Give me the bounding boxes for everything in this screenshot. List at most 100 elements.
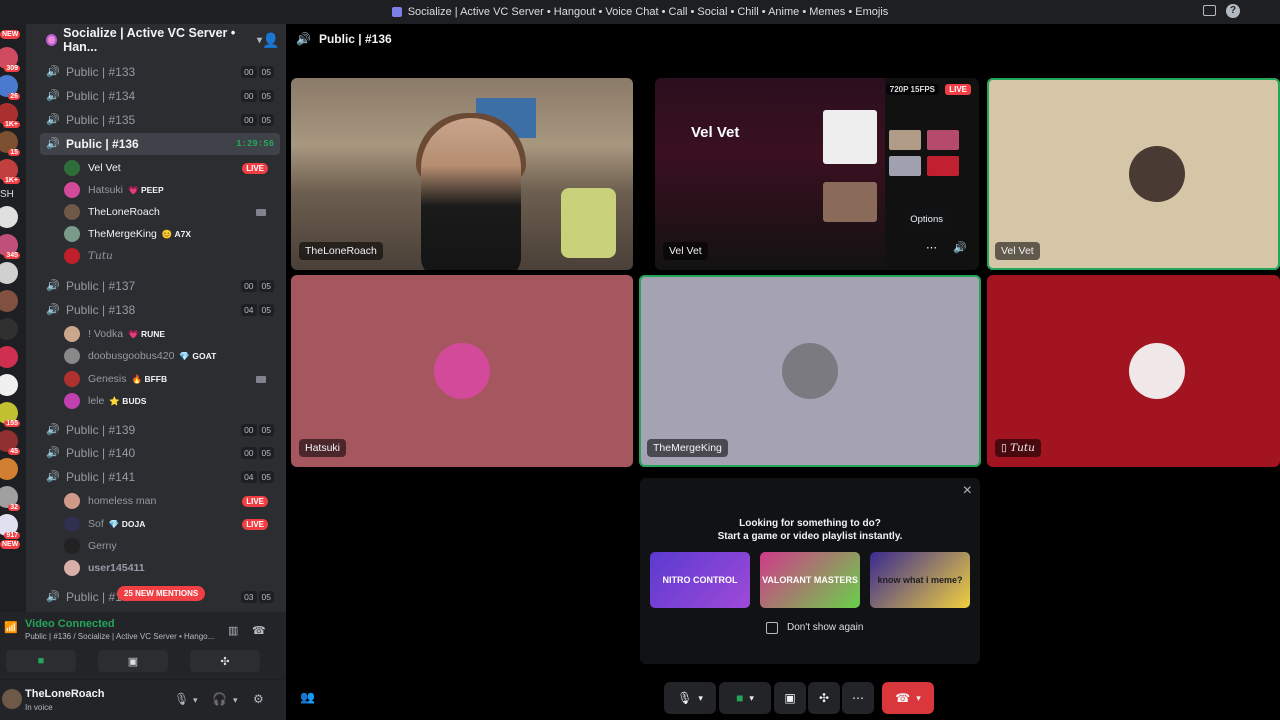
member-theloneroach[interactable]: TheLoneRoach <box>64 201 280 223</box>
chevron-down-icon[interactable]: ▾ <box>193 695 198 706</box>
activities-button[interactable]: ✣ <box>190 650 260 672</box>
server-icon-17[interactable]: 917 <box>0 514 20 539</box>
server-icon-3[interactable]: 1K+ <box>0 103 20 128</box>
voice-channel-138[interactable]: 🔊 Public | #138 04 05 <box>40 299 280 321</box>
server-icon-5[interactable]: 1K+ <box>0 159 20 184</box>
dont-show-again-checkbox[interactable] <box>766 622 778 634</box>
server-icon-16[interactable]: 32 <box>0 486 20 511</box>
member-doobusgoobus420[interactable]: doobusgoobus420 💎 GOAT <box>64 345 280 367</box>
disconnect-button[interactable]: ☎ ▾ <box>882 682 934 714</box>
window-titlebar: Socialize | Active VC Server • Hangout •… <box>0 0 1280 24</box>
voice-channel-139[interactable]: 🔊 Public | #139 00 05 <box>40 419 280 441</box>
voice-status[interactable]: Video Connected <box>25 618 115 630</box>
voice-channel-137[interactable]: 🔊 Public | #137 00 05 <box>40 275 280 297</box>
avatar <box>64 371 80 387</box>
close-icon[interactable]: × <box>963 482 972 500</box>
server-icon-14[interactable]: 45 <box>0 430 20 455</box>
activity-card-know-what-i-meme[interactable]: know what i meme? <box>870 552 970 608</box>
camera-icon <box>256 208 266 216</box>
server-icon-2[interactable]: 26 <box>0 75 20 100</box>
server-icon-15[interactable] <box>0 458 18 480</box>
video-tile-themergeking[interactable]: TheMergeKing <box>639 275 981 467</box>
server-icon-10[interactable] <box>0 318 18 340</box>
server-icon-6[interactable] <box>0 206 18 228</box>
activities-icon: ✣ <box>818 691 830 705</box>
stream-tile-vel-vet[interactable]: Vel Vet 720P 15FPS LIVE Options ⋯ 🔊 Vel … <box>655 78 979 270</box>
member-gerny[interactable]: Gerny <box>64 535 280 557</box>
server-icon-4[interactable]: 15 <box>0 131 20 156</box>
activities-button[interactable]: ✣ <box>808 682 840 714</box>
invite-people-icon[interactable]: 👤 <box>262 33 279 47</box>
user-panel: TheLoneRoach In voice 🎙 ▾ 🎧 ▾ ⚙ <box>0 680 286 720</box>
disconnect-icon[interactable]: ☎ <box>252 624 266 637</box>
avatar <box>64 538 80 554</box>
username[interactable]: TheLoneRoach <box>25 688 104 700</box>
video-tile-theloneroach[interactable]: TheLoneRoach <box>291 78 633 270</box>
mute-button[interactable]: 🎙 ▾ <box>664 682 716 714</box>
activity-suggestion-popup: × Looking for something to do? Start a g… <box>640 478 980 664</box>
voice-connected-panel: 📶 Video Connected Public | #136 / Social… <box>0 612 286 680</box>
new-mentions-pill[interactable]: 25 NEW MENTIONS <box>117 586 206 601</box>
server-icon-11[interactable] <box>0 346 18 368</box>
avatar <box>64 160 80 176</box>
voice-channel-135[interactable]: 🔊 Public | #135 00 05 <box>40 109 280 131</box>
avatar[interactable] <box>2 689 22 709</box>
server-icon-7[interactable]: 345 <box>0 234 20 259</box>
camera-button[interactable]: ■ <box>6 650 76 672</box>
member-themergeking[interactable]: TheMergeKing 😊 A7X <box>64 223 280 245</box>
screen-share-button[interactable]: ▣ <box>774 682 806 714</box>
server-icon-1[interactable]: 309 <box>0 47 20 72</box>
member-vodka[interactable]: ! Vodka 💗 RUNE <box>64 323 280 345</box>
speaker-icon: 🔊 <box>296 32 311 46</box>
server-icon-8[interactable] <box>0 262 18 284</box>
server-folder-label[interactable]: SH <box>0 189 26 200</box>
screen-share-button[interactable]: ▣ <box>98 650 168 672</box>
live-badge: LIVE <box>242 162 268 174</box>
server-icon <box>391 7 402 17</box>
volume-icon[interactable]: 🔊 <box>953 241 967 254</box>
call-header: 🔊 Public | #136 <box>296 32 392 46</box>
member-homeless-man[interactable]: homeless man LIVE <box>64 490 280 512</box>
chevron-down-icon: ▾ <box>749 692 754 703</box>
chevron-down-icon[interactable]: ▾ <box>233 695 238 706</box>
server-badge-icon <box>46 34 58 46</box>
server-icon-12[interactable] <box>0 374 18 396</box>
member-lele[interactable]: lele ⭐ BUDS <box>64 390 280 412</box>
activity-card-nitro-control[interactable]: NITRO CONTROL <box>650 552 750 608</box>
noise-suppression-icon[interactable]: ▥ <box>228 624 238 637</box>
screen-share-icon[interactable] <box>1203 5 1216 16</box>
help-icon[interactable]: ? <box>1226 4 1240 18</box>
server-icon-9[interactable] <box>0 290 18 312</box>
more-options-icon[interactable]: ⋯ <box>926 241 937 254</box>
voice-channel-133[interactable]: 🔊 Public | #133 00 05 <box>40 61 280 83</box>
voice-channel-136[interactable]: 🔊 Public | #136 1:29:56 <box>40 133 280 155</box>
add-person-icon[interactable]: 👥 <box>300 690 315 704</box>
microphone-icon[interactable]: 🎙 <box>174 692 189 706</box>
member-tutu[interactable]: Tutu <box>64 245 280 267</box>
member-vel-vet[interactable]: Vel Vet LIVE <box>64 157 280 179</box>
voice-channel-141[interactable]: 🔊 Public | #141 04 05 <box>40 466 280 488</box>
video-tile-tutu[interactable]: ▯ Tutu <box>987 275 1280 467</box>
avatar <box>782 343 838 399</box>
video-tile-vel-vet[interactable]: Vel Vet <box>987 78 1280 270</box>
member-genesis[interactable]: Genesis 🔥 BFFB <box>64 368 280 390</box>
server-header[interactable]: Socialize | Active VC Server • Han... ▾ … <box>26 24 286 56</box>
activity-card-valorant-masters[interactable]: VALORANT MASTERS <box>760 552 860 608</box>
voice-channel-134[interactable]: 🔊 Public | #134 00 05 <box>40 85 280 107</box>
signal-icon[interactable]: 📶 <box>4 621 18 634</box>
settings-gear-icon[interactable]: ⚙ <box>253 692 264 706</box>
voice-channel-140[interactable]: 🔊 Public | #140 00 05 <box>40 442 280 464</box>
member-user145411[interactable]: user145411 <box>64 557 280 579</box>
camera-button[interactable]: ■ ▾ <box>719 682 771 714</box>
chevron-down-icon: ▾ <box>698 692 703 703</box>
speaker-icon: 🔊 <box>46 447 60 459</box>
member-hatsuki[interactable]: Hatsuki 💗 PEEP <box>64 179 280 201</box>
server-icon-13[interactable]: 155 <box>0 402 20 427</box>
member-sof[interactable]: Sof 💎 DOJA LIVE <box>64 513 280 535</box>
live-badge: LIVE <box>242 495 268 507</box>
voice-location[interactable]: Public | #136 / Socialize | Active VC Se… <box>25 632 215 641</box>
options-tooltip: Options <box>904 210 949 229</box>
video-tile-hatsuki[interactable]: Hatsuki <box>291 275 633 467</box>
more-options-button[interactable]: ⋯ <box>842 682 874 714</box>
headphones-icon[interactable]: 🎧 <box>212 692 227 706</box>
